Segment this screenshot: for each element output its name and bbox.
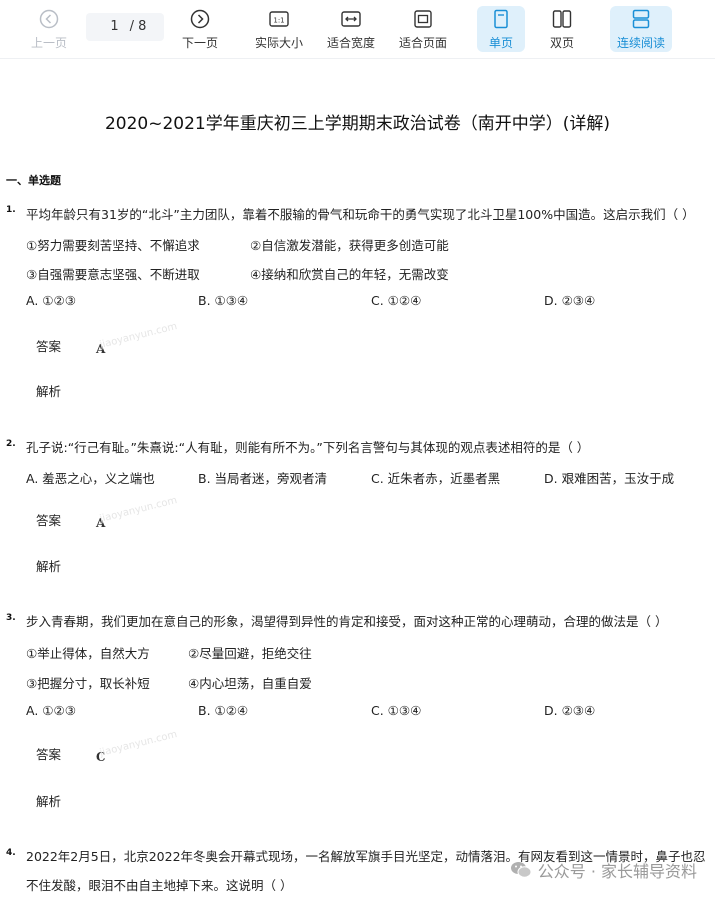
explanation-label: 解析 — [36, 384, 62, 399]
answer-label: 答案 — [36, 747, 62, 762]
page-total: / 8 — [129, 19, 147, 34]
statement-2: ②尽量回避，拒绝交往 — [188, 646, 312, 661]
viewer-toolbar: 上一页 / 8 下一页 1:1 实际大小 适合宽度 适合页面 — [0, 0, 715, 59]
continuous-reading-button[interactable]: 连续阅读 — [610, 6, 672, 52]
explanation-label: 解析 — [36, 559, 62, 574]
question-number: 1. — [6, 205, 16, 215]
question-stem: 平均年龄只有31岁的“北斗”主力团队，靠着不服输的骨气和玩命干的勇气实现了北斗卫… — [26, 207, 695, 222]
option-d: D. ②③④ — [544, 703, 596, 718]
next-page-label: 下一页 — [181, 36, 218, 50]
statement-4: ④接纳和欣赏自己的年轻，无需改变 — [250, 267, 449, 282]
question-stem: 孔子说:“行己有耻。”朱熹说:“人有耻，则能有所不为。”下列名言警句与其体现的观… — [26, 440, 590, 455]
section-heading: 一、单选题 — [6, 174, 61, 187]
fit-page-icon — [414, 10, 432, 28]
option-c: C. ①②④ — [371, 293, 422, 308]
answer-label: 答案 — [36, 513, 62, 528]
question-number: 4. — [6, 848, 16, 858]
prev-page-label: 上一页 — [30, 36, 67, 50]
watermark-text: jiaoyanyun.com — [98, 320, 179, 351]
chevron-left-circle-icon — [39, 9, 59, 29]
document-title: 2020~2021学年重庆初三上学期期末政治试卷（南开中学）(详解) — [104, 114, 611, 134]
option-a: A. 羞恶之心，义之端也 — [26, 471, 155, 486]
option-c: C. 近朱者赤，近墨者黑 — [371, 471, 501, 486]
option-a: A. ①②③ — [26, 703, 76, 718]
single-page-label: 单页 — [488, 36, 513, 50]
actual-size-label: 实际大小 — [254, 36, 303, 50]
option-b: B. 当局者迷，旁观者清 — [198, 471, 328, 486]
statement-1: ①努力需要刻苦坚持、不懈追求 — [26, 238, 200, 253]
watermark-text: jiaoyanyun.com — [98, 728, 179, 759]
explanation-label: 解析 — [36, 794, 62, 809]
fit-width-icon — [341, 11, 361, 27]
page-number-input[interactable] — [103, 19, 126, 34]
statement-2: ②自信激发潜能，获得更多创造可能 — [250, 238, 449, 253]
double-page-label: 双页 — [549, 36, 574, 50]
actual-size-button[interactable]: 1:1 实际大小 — [250, 6, 308, 52]
statement-3: ③自强需要意志坚强、不断进取 — [26, 267, 200, 282]
statement-3: ③把握分寸，取长补短 — [26, 676, 150, 691]
fit-width-button[interactable]: 适合宽度 — [322, 6, 380, 52]
option-b: B. ①③④ — [198, 293, 249, 308]
question-number: 2. — [6, 439, 16, 449]
continuous-reading-icon — [632, 9, 650, 29]
fit-page-button[interactable]: 适合页面 — [394, 6, 452, 52]
single-page-icon — [494, 9, 508, 29]
chevron-right-circle-icon — [190, 9, 210, 29]
continuous-reading-label: 连续阅读 — [616, 36, 665, 50]
fit-page-label: 适合页面 — [398, 36, 447, 50]
option-d: D. ②③④ — [544, 293, 596, 308]
page-indicator: / 8 — [86, 13, 164, 41]
actual-size-icon: 1:1 — [269, 11, 289, 27]
option-a: A. ①②③ — [26, 293, 76, 308]
double-page-button[interactable]: 双页 — [538, 6, 586, 52]
footer-watermark: 公众号 · 家长辅导资料 — [510, 858, 697, 882]
wechat-icon — [510, 862, 532, 878]
option-d: D. 艰难困苦，玉汝于成 — [544, 471, 675, 486]
fit-width-label: 适合宽度 — [326, 36, 375, 50]
watermark-text: jiaoyanyun.com — [98, 494, 179, 525]
option-b: B. ①②④ — [198, 703, 249, 718]
footer-watermark-text: 公众号 · 家长辅导资料 — [537, 862, 697, 881]
statement-1: ①举止得体，自然大方 — [26, 646, 150, 661]
option-c: C. ①③④ — [371, 703, 422, 718]
prev-page-button[interactable]: 上一页 — [24, 6, 74, 52]
statement-4: ④内心坦荡，自重自爱 — [188, 676, 312, 691]
actual-size-icon-text: 1:1 — [273, 17, 284, 25]
answer-label: 答案 — [36, 339, 62, 354]
double-page-icon — [552, 10, 572, 28]
question-number: 3. — [6, 613, 16, 623]
single-page-button[interactable]: 单页 — [477, 6, 525, 52]
question-stem: 步入青春期，我们更加在意自己的形象，渴望得到异性的肯定和接受，面对这种正常的心理… — [26, 614, 668, 629]
next-page-button[interactable]: 下一页 — [175, 6, 225, 52]
